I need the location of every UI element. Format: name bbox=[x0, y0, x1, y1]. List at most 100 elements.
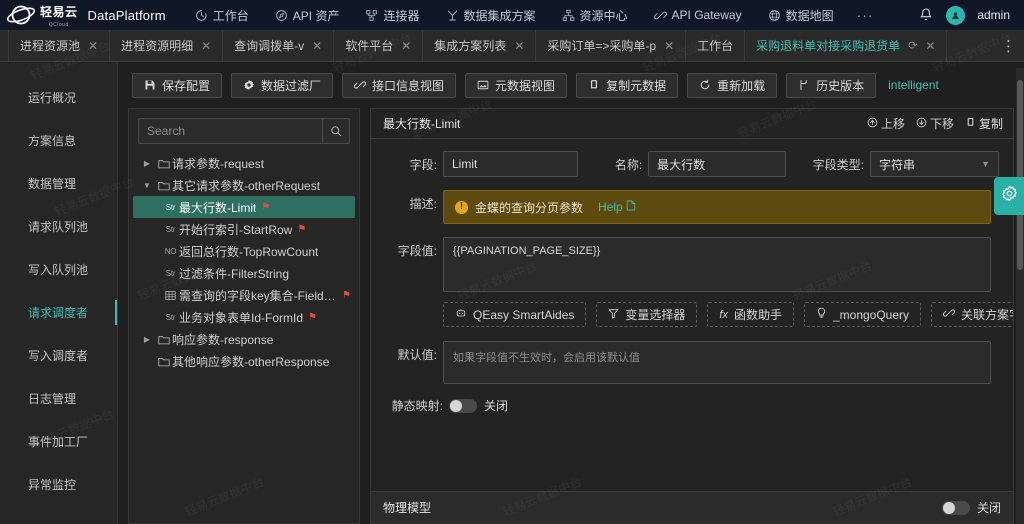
intelligent-tag[interactable]: intelligent bbox=[888, 78, 939, 92]
default-value-textarea[interactable]: 如果字段值不生效时，会启用该默认值 bbox=[443, 341, 991, 384]
avatar[interactable] bbox=[946, 5, 966, 25]
string-type-icon: Str bbox=[162, 313, 179, 322]
tab-item[interactable]: 进程资源池 ✕ bbox=[8, 30, 111, 61]
logo[interactable]: 轻易云 QCloud bbox=[6, 3, 78, 28]
save-icon bbox=[144, 79, 156, 91]
username-label[interactable]: admin bbox=[977, 8, 1010, 22]
tab-item[interactable]: 集成方案列表 ✕ bbox=[423, 30, 537, 61]
field-key-input[interactable]: Limit bbox=[443, 151, 579, 177]
detail-actions: 上移 下移 复制 bbox=[867, 115, 1003, 132]
branch-icon bbox=[798, 79, 810, 91]
tab-overflow-menu-button[interactable]: ⋮ bbox=[994, 30, 1024, 61]
sidebar-item-log-management[interactable]: 日志管理 bbox=[0, 377, 117, 420]
tab-item[interactable]: 进程资源明细 ✕ bbox=[110, 30, 224, 61]
move-up-button[interactable]: 上移 bbox=[867, 115, 905, 132]
sidebar-item-data-management[interactable]: 数据管理 bbox=[0, 162, 117, 205]
tab-item[interactable]: 查询调拨单-v ✕ bbox=[223, 30, 335, 61]
tree-node-formid[interactable]: Str 业务对象表单Id-FormId ⚑ bbox=[133, 306, 355, 328]
move-down-button[interactable]: 下移 bbox=[916, 115, 954, 132]
type-tag: Str bbox=[165, 224, 176, 234]
tree-node-response[interactable]: ▶ 响应参数-response bbox=[133, 328, 355, 350]
sidebar-item-exception-monitor[interactable]: 异常监控 bbox=[0, 463, 117, 506]
chevron-down-icon[interactable]: ▼ bbox=[139, 181, 155, 190]
sidebar-item-write-queue-pool[interactable]: 写入队列池 bbox=[0, 248, 117, 291]
nav-item-workbench[interactable]: 工作台 bbox=[182, 0, 262, 30]
sidebar-item-scheme-info[interactable]: 方案信息 bbox=[0, 119, 117, 162]
close-icon[interactable]: ✕ bbox=[401, 40, 411, 52]
tab-item[interactable]: 工作台 bbox=[686, 30, 746, 61]
static-mapping-toggle[interactable] bbox=[449, 398, 477, 413]
qeasy-smartaides-button[interactable]: QEasy SmartAides bbox=[443, 302, 587, 327]
sidebar-item-request-scheduler[interactable]: 请求调度者 bbox=[0, 291, 117, 334]
tab-item-active[interactable]: 采购退料单对接采购退货单 ⟳ ✕ bbox=[745, 30, 948, 61]
tab-item[interactable]: 软件平台 ✕ bbox=[334, 30, 424, 61]
action-label: 复制 bbox=[978, 117, 1003, 131]
nav-item-api-gateway[interactable]: API Gateway bbox=[641, 0, 755, 30]
tree-node-other-response[interactable]: 其他响应参数-otherResponse bbox=[133, 350, 355, 372]
variable-selector-button[interactable]: 变量选择器 bbox=[596, 302, 698, 327]
static-mapping-row: 静态映射: 关闭 bbox=[385, 397, 999, 414]
sidebar-item-request-queue-pool[interactable]: 请求队列池 bbox=[0, 205, 117, 248]
search-icon[interactable] bbox=[322, 119, 349, 143]
mongo-query-button[interactable]: _mongoQuery bbox=[803, 302, 922, 327]
nav-more-button[interactable]: ··· bbox=[847, 7, 884, 23]
history-version-button[interactable]: 历史版本 bbox=[786, 72, 877, 98]
settings-gear-tab[interactable] bbox=[994, 177, 1024, 215]
close-icon[interactable]: ✕ bbox=[201, 40, 211, 52]
close-icon[interactable]: ✕ bbox=[514, 40, 524, 52]
vertical-scrollbar[interactable] bbox=[1016, 68, 1024, 524]
field-name-input[interactable]: 最大行数 bbox=[648, 151, 786, 177]
parameter-tree-panel: ▶ 请求参数-request ▼ 其它请求参数-otherRequest bbox=[128, 108, 360, 524]
function-assistant-button[interactable]: fx 函数助手 bbox=[707, 302, 794, 327]
tree-node-startrow[interactable]: Str 开始行索引-StartRow ⚑ bbox=[133, 218, 355, 240]
tree-node-other-request[interactable]: ▼ 其它请求参数-otherRequest bbox=[133, 174, 355, 196]
tree-node-toprowcount[interactable]: NO 返回总行数-TopRowCount bbox=[133, 240, 355, 262]
data-filter-factory-button[interactable]: 数据过滤厂 bbox=[231, 72, 334, 98]
description-row: 描述: ! 金蝶的查询分页参数 Help bbox=[385, 190, 999, 224]
tree-node-request[interactable]: ▶ 请求参数-request bbox=[133, 152, 355, 174]
nav-item-data-integration[interactable]: 数据集成方案 bbox=[433, 0, 549, 30]
clock-icon bbox=[195, 9, 208, 22]
flag-icon: ⚑ bbox=[261, 201, 271, 213]
physical-model-toggle[interactable] bbox=[941, 500, 970, 515]
close-icon[interactable]: ✕ bbox=[88, 40, 98, 52]
search-input[interactable] bbox=[139, 119, 322, 143]
nav-item-data-map[interactable]: 数据地图 bbox=[755, 0, 847, 30]
tree-node-fieldkeys[interactable]: 需查询的字段key集合-FieldKeys ⚑ bbox=[133, 284, 355, 306]
bell-icon[interactable] bbox=[918, 7, 934, 23]
search-box[interactable] bbox=[138, 118, 350, 144]
help-link[interactable]: Help bbox=[598, 200, 636, 214]
metadata-view-button[interactable]: 元数据视图 bbox=[465, 72, 568, 98]
related-scheme-field-button[interactable]: 关联方案字段 bbox=[931, 302, 1013, 327]
sidebar: 运行概况 方案信息 数据管理 请求队列池 写入队列池 请求调度者 写入调度者 日… bbox=[0, 62, 118, 524]
reload-button[interactable]: 重新加载 bbox=[687, 72, 778, 98]
chevron-right-icon[interactable]: ▶ bbox=[139, 159, 155, 168]
physical-model-label: 物理模型 bbox=[383, 501, 432, 515]
sidebar-item-overview[interactable]: 运行概况 bbox=[0, 76, 117, 119]
nav-item-connector[interactable]: 连接器 bbox=[352, 0, 432, 30]
reload-icon[interactable]: ⟳ bbox=[908, 39, 917, 52]
close-icon[interactable]: ✕ bbox=[664, 40, 674, 52]
sidebar-item-write-scheduler[interactable]: 写入调度者 bbox=[0, 334, 117, 377]
chevron-right-icon[interactable]: ▶ bbox=[139, 335, 155, 344]
nav-item-resource-center[interactable]: 资源中心 bbox=[549, 0, 641, 30]
save-config-button[interactable]: 保存配置 bbox=[132, 72, 223, 98]
tab-item[interactable]: 采购订单=>采购单-p ✕ bbox=[536, 30, 687, 61]
tree-node-label: 响应参数-response bbox=[172, 332, 274, 347]
copy-metadata-button[interactable]: 复制元数据 bbox=[576, 72, 679, 98]
chip-label: _mongoQuery bbox=[832, 307, 910, 322]
scrollbar-thumb[interactable] bbox=[1017, 80, 1023, 270]
close-icon[interactable]: ✕ bbox=[312, 40, 322, 52]
tree-node-filterstring[interactable]: Str 过滤条件-FilterString bbox=[133, 262, 355, 284]
field-type-select[interactable]: 字符串 ▼ bbox=[869, 151, 999, 177]
sidebar-item-label: 事件加工厂 bbox=[28, 435, 89, 449]
copy-field-button[interactable]: 复制 bbox=[965, 115, 1003, 132]
sidebar-item-event-factory[interactable]: 事件加工厂 bbox=[0, 420, 117, 463]
field-value-textarea[interactable]: {{PAGINATION_PAGE_SIZE}} bbox=[443, 237, 991, 292]
interface-info-view-button[interactable]: 接口信息视图 bbox=[342, 72, 457, 98]
image-icon bbox=[477, 79, 489, 91]
close-icon[interactable]: ✕ bbox=[925, 40, 935, 52]
tree-node-limit[interactable]: Str 最大行数-Limit ⚑ bbox=[133, 196, 355, 218]
nav-item-label: 资源中心 bbox=[579, 8, 628, 23]
nav-item-api-assets[interactable]: API 资产 bbox=[262, 0, 353, 30]
